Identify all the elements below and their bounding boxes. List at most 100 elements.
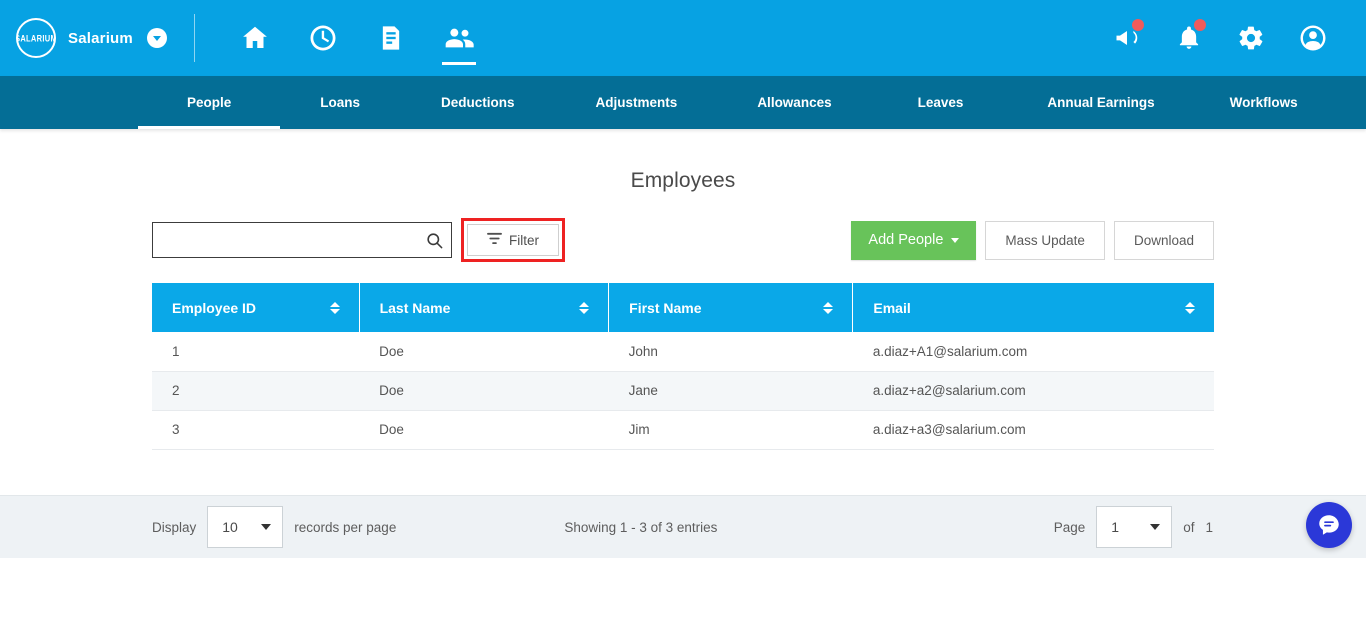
subnav-item-label: People xyxy=(187,95,232,110)
chat-bubble-icon[interactable] xyxy=(1306,502,1352,548)
cell-email: a.diaz+a2@salarium.com xyxy=(852,371,1214,411)
sort-toggle-icon[interactable] xyxy=(823,301,834,314)
column-header-first-name[interactable]: First Name xyxy=(608,283,854,332)
subnav-item-deductions[interactable]: Deductions xyxy=(400,76,556,129)
table-header-row: Employee ID Last Name First Name Email xyxy=(152,283,1214,332)
subnav-item-loans[interactable]: Loans xyxy=(280,76,400,129)
top-header: SALARIUM Salarium xyxy=(0,0,1366,76)
add-people-button[interactable]: Add People xyxy=(851,220,977,260)
column-header-last-name[interactable]: Last Name xyxy=(359,283,610,332)
cell-first-name: Jim xyxy=(608,410,853,450)
subnav-item-workflows[interactable]: Workflows xyxy=(1193,76,1335,129)
secondary-navigation: People Loans Deductions Adjustments Allowanc… xyxy=(0,76,1366,129)
table-head: Employee ID Last Name First Name Email xyxy=(152,283,1214,332)
column-header-label: Employee ID xyxy=(172,299,257,316)
table-row[interactable]: 1 Doe John a.diaz+A1@salarium.com xyxy=(152,332,1214,372)
filter-button[interactable]: Filter xyxy=(467,224,559,256)
column-header-email[interactable]: Email xyxy=(852,283,1214,332)
records-per-page-select[interactable]: 10 xyxy=(207,506,284,548)
search-icon[interactable] xyxy=(423,229,445,251)
cell-last-name: Doe xyxy=(359,371,609,411)
subnav-item-label: Leaves xyxy=(917,95,964,110)
subnav-item-label: Loans xyxy=(320,95,361,110)
records-per-page-value: 10 xyxy=(222,519,238,535)
subnav-item-label: Adjustments xyxy=(595,95,678,110)
page-label: Page xyxy=(1053,519,1086,535)
cell-first-name: John xyxy=(608,332,853,372)
subnav-item-leaves[interactable]: Leaves xyxy=(872,76,1010,129)
cell-last-name: Doe xyxy=(359,410,609,450)
subnav-item-label: Workflows xyxy=(1229,95,1298,110)
cell-last-name: Doe xyxy=(359,332,609,372)
sort-toggle-icon[interactable] xyxy=(1185,301,1195,314)
page-select[interactable]: 1 xyxy=(1096,506,1173,548)
megaphone-badge xyxy=(1132,19,1144,31)
header-divider xyxy=(193,14,195,62)
bell-icon[interactable] xyxy=(1158,0,1220,76)
brand-name: Salarium xyxy=(68,29,133,47)
nav-home-icon[interactable] xyxy=(221,0,289,76)
megaphone-icon[interactable] xyxy=(1096,0,1158,76)
subnav-item-allowances[interactable]: Allowances xyxy=(717,76,871,129)
of-label: of xyxy=(1183,519,1195,535)
header-right-icons xyxy=(1096,0,1366,76)
page-value: 1 xyxy=(1111,519,1120,535)
showing-entries-text: Showing 1 - 3 of 3 entries xyxy=(564,519,718,535)
gear-icon[interactable] xyxy=(1220,0,1282,76)
cell-email: a.diaz+a3@salarium.com xyxy=(852,410,1214,450)
total-pages: 1 xyxy=(1205,519,1213,535)
column-header-employee-id[interactable]: Employee ID xyxy=(152,283,360,332)
logo-text: SALARIUM xyxy=(16,32,56,44)
cell-id: 2 xyxy=(152,371,360,411)
employees-table-container: Employee ID Last Name First Name Email 1 Doe… xyxy=(152,283,1214,450)
subnav-item-label: Deductions xyxy=(441,95,515,110)
table-footer: Display 10 records per page Showing 1 - … xyxy=(0,495,1366,558)
sort-toggle-icon[interactable] xyxy=(329,301,340,314)
toolbar: Filter Add People Mass Update Download xyxy=(152,218,1214,262)
table-row[interactable]: 2 Doe Jane a.diaz+a2@salarium.com xyxy=(152,371,1214,411)
subnav-item-adjustments[interactable]: Adjustments xyxy=(556,76,718,129)
display-label: Display xyxy=(152,519,197,535)
subnav-item-label: Allowances xyxy=(757,95,832,110)
chevron-down-icon xyxy=(951,237,960,243)
bell-badge xyxy=(1194,19,1206,31)
table-row[interactable]: 3 Doe Jim a.diaz+a3@salarium.com xyxy=(152,410,1214,450)
user-account-icon[interactable] xyxy=(1282,0,1344,76)
subnav-item-government-forms[interactable]: Government Forms xyxy=(1335,76,1366,129)
salarium-logo-icon: SALARIUM xyxy=(16,18,56,58)
subnav-item-label: Annual Earnings xyxy=(1047,95,1155,110)
filter-button-highlight: Filter xyxy=(461,218,565,262)
add-people-label: Add People xyxy=(868,232,944,248)
nav-document-icon[interactable] xyxy=(357,0,425,76)
search-box[interactable] xyxy=(152,222,452,258)
nav-clock-icon[interactable] xyxy=(289,0,357,76)
column-header-label: Email xyxy=(873,299,911,316)
page-title: Employees xyxy=(630,169,736,192)
column-header-label: Last Name xyxy=(379,299,451,316)
toolbar-actions: Add People Mass Update Download xyxy=(851,220,1214,260)
brand[interactable]: SALARIUM Salarium xyxy=(0,18,167,58)
column-header-label: First Name xyxy=(629,299,702,316)
cell-email: a.diaz+A1@salarium.com xyxy=(852,332,1214,372)
subnav-item-people[interactable]: People xyxy=(138,76,281,129)
filter-icon xyxy=(487,232,502,248)
cell-first-name: Jane xyxy=(608,371,853,411)
download-button[interactable]: Download xyxy=(1113,220,1214,260)
nav-people-icon[interactable] xyxy=(425,0,493,76)
main-content: Employees Filter Add People Mass Update … xyxy=(0,129,1366,558)
chevron-down-icon xyxy=(1150,524,1161,530)
subnav-item-annual-earnings[interactable]: Annual Earnings xyxy=(1009,76,1192,129)
mass-update-button[interactable]: Mass Update xyxy=(985,220,1105,260)
cell-id: 3 xyxy=(152,410,360,450)
records-per-page-suffix: records per page xyxy=(294,519,397,535)
records-per-page-group: Display 10 records per page xyxy=(0,506,396,548)
search-input[interactable] xyxy=(153,223,451,257)
brand-chevron-down-icon[interactable] xyxy=(146,28,167,48)
employees-table: Employee ID Last Name First Name Email 1 Doe… xyxy=(152,283,1214,450)
table-body: 1 Doe John a.diaz+A1@salarium.com 2 Doe Jane a.… xyxy=(152,332,1214,450)
header-nav-icons xyxy=(221,0,493,76)
chevron-down-icon xyxy=(261,524,272,530)
filter-label: Filter xyxy=(509,232,539,248)
sort-toggle-icon[interactable] xyxy=(579,301,590,314)
cell-id: 1 xyxy=(152,332,360,372)
